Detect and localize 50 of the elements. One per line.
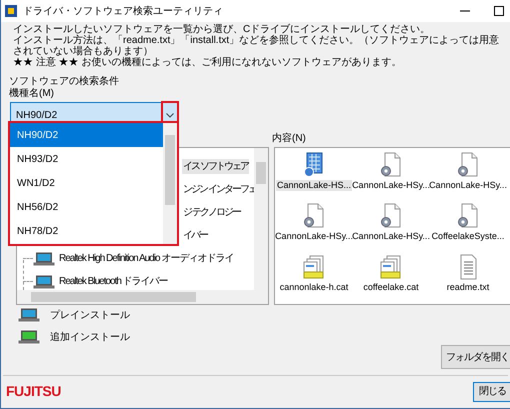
- vertical-scrollbar[interactable]: [254, 148, 268, 290]
- instruction-text: インストール方法は、「readme.txt」「install.txt」などを参照してください。（ソフトウェアによっては用意されていない場合もあります）: [13, 35, 500, 57]
- laptop-icon: [33, 252, 55, 266]
- file-item[interactable]: CannonLake-HSy...: [274, 231, 354, 242]
- content-label: 内容(N): [272, 133, 307, 146]
- gear-file-icon: [303, 203, 325, 229]
- maximize-icon[interactable]: [494, 6, 504, 16]
- instruction-text: インストールしたいソフトウェアを一覧から選び、Cドライブにインストールしてください。: [13, 24, 432, 35]
- gear-file-icon: [380, 203, 402, 229]
- laptop-icon: [18, 330, 40, 344]
- gear-file-icon: [457, 203, 479, 229]
- dropdown-option[interactable]: NH93/D2: [10, 147, 163, 171]
- tree-item[interactable]: Realtek High Definition Audio オーディオドライ: [58, 251, 234, 266]
- file-item[interactable]: readme.txt: [446, 282, 490, 293]
- dropdown-option[interactable]: NH90/D2: [10, 123, 163, 147]
- laptop-icon: [33, 274, 55, 288]
- file-item[interactable]: CannonLake-HSy...: [351, 180, 431, 191]
- app-icon: [5, 5, 17, 17]
- horizontal-scrollbar[interactable]: [17, 290, 268, 304]
- file-item[interactable]: CoffeelakeSyste...: [430, 231, 506, 242]
- dropdown-option[interactable]: NH56/D2: [10, 195, 163, 219]
- tree-item[interactable]: Realtek Bluetooth ドライバー: [58, 274, 169, 289]
- file-item[interactable]: CannonLake-HSy...: [351, 231, 431, 242]
- catalog-file-icon: [380, 254, 402, 280]
- brand-logo: FUJITSU: [6, 382, 61, 401]
- chevron-down-icon: [166, 113, 174, 118]
- dropdown-option[interactable]: NH78/D2: [10, 219, 163, 243]
- file-item[interactable]: coffeelake.cat: [362, 282, 420, 293]
- model-label: 機種名(M): [9, 88, 55, 100]
- catalog-file-icon: [303, 254, 325, 280]
- dropdown-option[interactable]: WN1/D2: [10, 171, 163, 195]
- close-button[interactable]: 閉じる: [473, 382, 510, 402]
- tree-item[interactable]: イス ソフトウェア: [182, 159, 249, 174]
- laptop-icon: [18, 308, 40, 322]
- tree-item[interactable]: ンジン インターフェ: [182, 182, 254, 197]
- tree-item[interactable]: イバー: [182, 228, 208, 243]
- setup-file-icon: [303, 152, 325, 178]
- dropdown-scrollbar[interactable]: [163, 123, 177, 244]
- gear-file-icon: [457, 152, 479, 178]
- open-folder-button[interactable]: フォルダを開く: [441, 345, 510, 369]
- gear-file-icon: [380, 152, 402, 178]
- file-item[interactable]: CannonLake-HSy...: [428, 180, 508, 191]
- instruction-text: ★★ 注意 ★★ お使いの機種によっては、ご利用になれないソフトウェアがあります。: [13, 57, 402, 68]
- search-criteria-label: ソフトウェアの検索条件: [9, 76, 120, 88]
- file-item[interactable]: CannonLake-HS...: [276, 180, 352, 191]
- window-title: ドライバ・ソフトウェア検索ユーティリティ: [23, 4, 223, 18]
- tree-item[interactable]: ジ テクノロジー: [182, 205, 241, 220]
- file-item[interactable]: cannonlake-h.cat: [278, 282, 350, 293]
- legend-label: プレインストール: [50, 308, 130, 322]
- legend-label: 追加インストール: [50, 330, 130, 344]
